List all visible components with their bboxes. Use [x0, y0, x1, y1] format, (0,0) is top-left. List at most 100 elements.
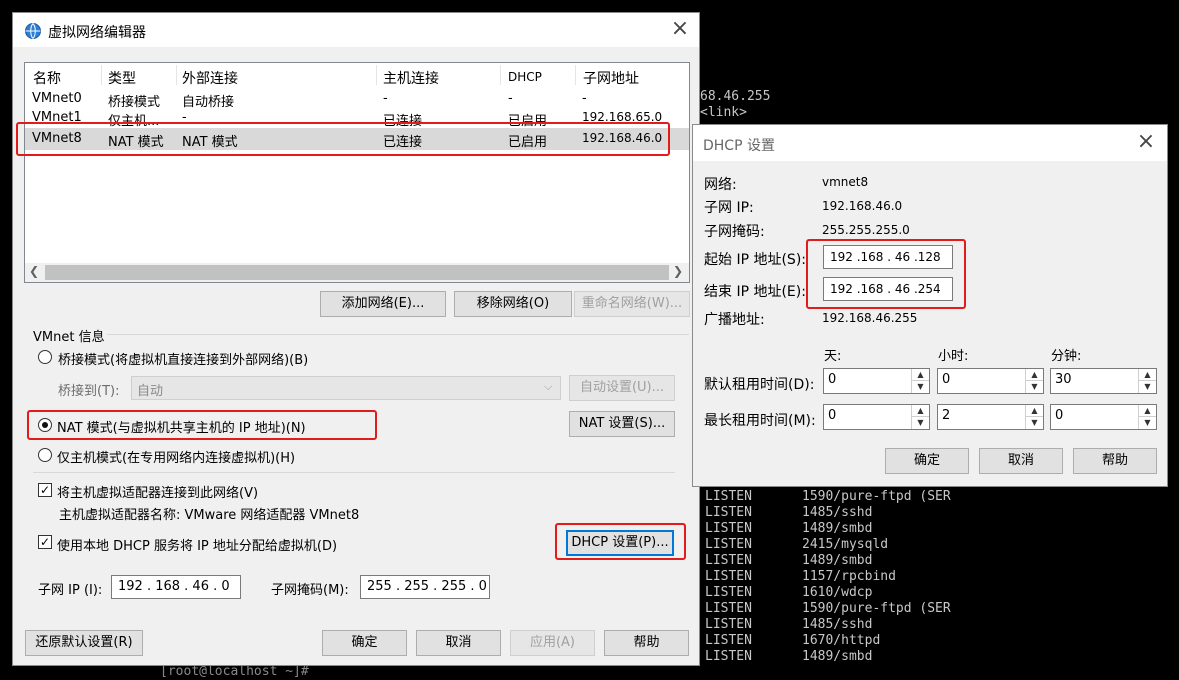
scroll-right-icon[interactable]: ❯	[673, 264, 683, 278]
rename-network-button[interactable]: 重命名网络(W)...	[574, 291, 690, 317]
table-row[interactable]: VMnet1 仅主机... - 已连接 已启用 192.168.65.0	[25, 108, 689, 129]
dhcp-cancel-button[interactable]: 取消	[979, 448, 1063, 474]
default-lease-hours-spinner[interactable]: 0 ▲ ▼	[937, 368, 1044, 394]
auto-settings-button[interactable]: 自动设置(U)...	[569, 375, 675, 401]
close-icon[interactable]: ×	[1133, 130, 1159, 156]
spin-down-icon[interactable]: ▼	[1139, 381, 1156, 393]
terminal-state: LISTEN	[705, 633, 752, 648]
list-header: 名称 类型 外部连接 主机连接 DHCP 子网地址	[25, 63, 689, 87]
default-lease-minutes-spinner[interactable]: 30 ▲ ▼	[1050, 368, 1157, 394]
virtual-network-editor-window: 虚拟网络编辑器 × 名称 类型 外部连接 主机连接 DHCP 子网地址 VMne…	[12, 12, 700, 666]
subnet-mask-value: 255.255.255.0	[822, 223, 910, 237]
broadcast-label: 广播地址:	[704, 312, 765, 328]
use-dhcp-label[interactable]: 使用本地 DHCP 服务将 IP 地址分配给虚拟机(D)	[57, 535, 337, 554]
divider	[33, 472, 675, 473]
terminal-state: LISTEN	[705, 617, 752, 632]
network-list[interactable]: 名称 类型 外部连接 主机连接 DHCP 子网地址 VMnet0 桥接模式 自动…	[24, 62, 690, 283]
column-header[interactable]: 外部连接	[182, 68, 238, 88]
scroll-left-icon[interactable]: ❮	[29, 264, 39, 278]
terminal-state: LISTEN	[705, 505, 752, 520]
terminal-state: LISTEN	[705, 649, 752, 664]
spin-down-icon[interactable]: ▼	[1026, 381, 1043, 393]
spin-up-icon[interactable]: ▲	[912, 405, 929, 417]
network-label: 网络:	[704, 177, 737, 193]
terminal-proc: 1485/sshd	[802, 617, 873, 632]
column-header[interactable]: DHCP	[508, 70, 542, 84]
minutes-column-label: 分钟:	[1051, 349, 1082, 364]
scrollbar-thumb[interactable]	[45, 265, 669, 280]
dhcp-settings-button[interactable]: DHCP 设置(P)...	[566, 530, 674, 556]
table-row-selected[interactable]: VMnet8 NAT 模式 NAT 模式 已连接 已启用 192.168.46.…	[25, 128, 689, 150]
max-lease-minutes-spinner[interactable]: 0 ▲ ▼	[1050, 404, 1157, 430]
dhcp-help-button[interactable]: 帮助	[1073, 448, 1157, 474]
spin-down-icon[interactable]: ▼	[912, 381, 929, 393]
end-ip-input[interactable]: 192 .168 . 46 .254	[823, 277, 953, 301]
max-lease-days-spinner[interactable]: 0 ▲ ▼	[823, 404, 930, 430]
connect-adapter-label[interactable]: 将主机虚拟适配器连接到此网络(V)	[57, 482, 258, 501]
subnet-mask-label: 子网掩码(M):	[271, 583, 349, 598]
add-network-button[interactable]: 添加网络(E)...	[320, 291, 446, 317]
terminal-line: <link>	[700, 105, 747, 120]
terminal-proc: 2415/mysqld	[802, 537, 889, 552]
spin-down-icon[interactable]: ▼	[912, 417, 929, 429]
bridge-to-select[interactable]: 自动 ⌵	[131, 376, 561, 400]
title-bar: 虚拟网络编辑器 ×	[13, 13, 699, 47]
horizontal-scrollbar[interactable]: ❮ ❯	[25, 263, 689, 282]
group-divider	[107, 334, 689, 335]
max-lease-hours-spinner[interactable]: 2 ▲ ▼	[937, 404, 1044, 430]
host-only-label[interactable]: 仅主机模式(在专用网络内连接虚拟机)(H)	[57, 447, 295, 466]
help-button[interactable]: 帮助	[604, 630, 689, 656]
nat-mode-radio[interactable]	[38, 418, 52, 432]
dhcp-settings-dialog: DHCP 设置 × 网络: vmnet8 子网 IP: 192.168.46.0…	[692, 124, 1168, 487]
bridge-mode-label[interactable]: 桥接模式(将虚拟机直接连接到外部网络)(B)	[58, 349, 308, 368]
end-ip-label: 结束 IP 地址(E):	[704, 284, 806, 300]
broadcast-value: 192.168.46.255	[822, 311, 918, 325]
close-icon[interactable]: ×	[667, 17, 693, 43]
days-column-label: 天:	[824, 349, 842, 364]
cancel-button[interactable]: 取消	[416, 630, 501, 656]
restore-defaults-button[interactable]: 还原默认设置(R)	[25, 630, 143, 656]
nat-settings-button[interactable]: NAT 设置(S)...	[569, 411, 675, 437]
start-ip-input[interactable]: 192 .168 . 46 .128	[823, 245, 953, 269]
dhcp-ok-button[interactable]: 确定	[885, 448, 969, 474]
use-dhcp-checkbox[interactable]: ✓	[38, 535, 52, 549]
host-only-radio[interactable]	[38, 448, 52, 462]
adapter-name-text: 主机虚拟适配器名称: VMware 网络适配器 VMnet8	[59, 508, 360, 523]
nat-mode-label[interactable]: NAT 模式(与虚拟机共享主机的 IP 地址)(N)	[57, 417, 306, 436]
apply-button[interactable]: 应用(A)	[510, 630, 595, 656]
column-header[interactable]: 主机连接	[383, 68, 439, 88]
spin-up-icon[interactable]: ▲	[912, 369, 929, 381]
terminal-prompt: [root@localhost ~]#	[160, 664, 309, 679]
default-lease-label: 默认租用时间(D):	[704, 377, 815, 393]
column-header[interactable]: 名称	[33, 68, 61, 88]
terminal-proc: 1489/smbd	[802, 649, 873, 664]
subnet-ip-input[interactable]: 192 . 168 . 46 . 0	[111, 575, 241, 599]
spin-up-icon[interactable]: ▲	[1139, 369, 1156, 381]
terminal-state: LISTEN	[705, 585, 752, 600]
window-title: 虚拟网络编辑器	[48, 25, 146, 41]
spin-down-icon[interactable]: ▼	[1139, 417, 1156, 429]
table-row[interactable]: VMnet0 桥接模式 自动桥接 - - -	[25, 89, 689, 110]
terminal-state: LISTEN	[705, 521, 752, 536]
spin-up-icon[interactable]: ▲	[1139, 405, 1156, 417]
spin-down-icon[interactable]: ▼	[1026, 417, 1043, 429]
spin-up-icon[interactable]: ▲	[1026, 405, 1043, 417]
spin-up-icon[interactable]: ▲	[1026, 369, 1043, 381]
subnet-mask-input[interactable]: 255 . 255 . 255 . 0	[360, 575, 490, 599]
terminal-proc: 1489/smbd	[802, 521, 873, 536]
terminal-state: LISTEN	[705, 569, 752, 584]
connect-adapter-checkbox[interactable]: ✓	[38, 483, 52, 497]
column-header[interactable]: 子网地址	[583, 68, 639, 88]
bridge-mode-radio[interactable]	[38, 350, 52, 364]
terminal-state: LISTEN	[705, 601, 752, 616]
network-value: vmnet8	[822, 175, 869, 189]
subnet-ip-value: 192.168.46.0	[822, 199, 903, 213]
ok-button[interactable]: 确定	[322, 630, 407, 656]
column-header[interactable]: 类型	[108, 68, 136, 88]
vmnet-info-group-label: VMnet 信息	[33, 330, 105, 345]
remove-network-button[interactable]: 移除网络(O)	[454, 291, 572, 317]
subnet-ip-label: 子网 IP:	[704, 200, 754, 216]
chevron-down-icon: ⌵	[544, 380, 553, 393]
subnet-ip-label: 子网 IP (I):	[38, 583, 103, 598]
default-lease-days-spinner[interactable]: 0 ▲ ▼	[823, 368, 930, 394]
